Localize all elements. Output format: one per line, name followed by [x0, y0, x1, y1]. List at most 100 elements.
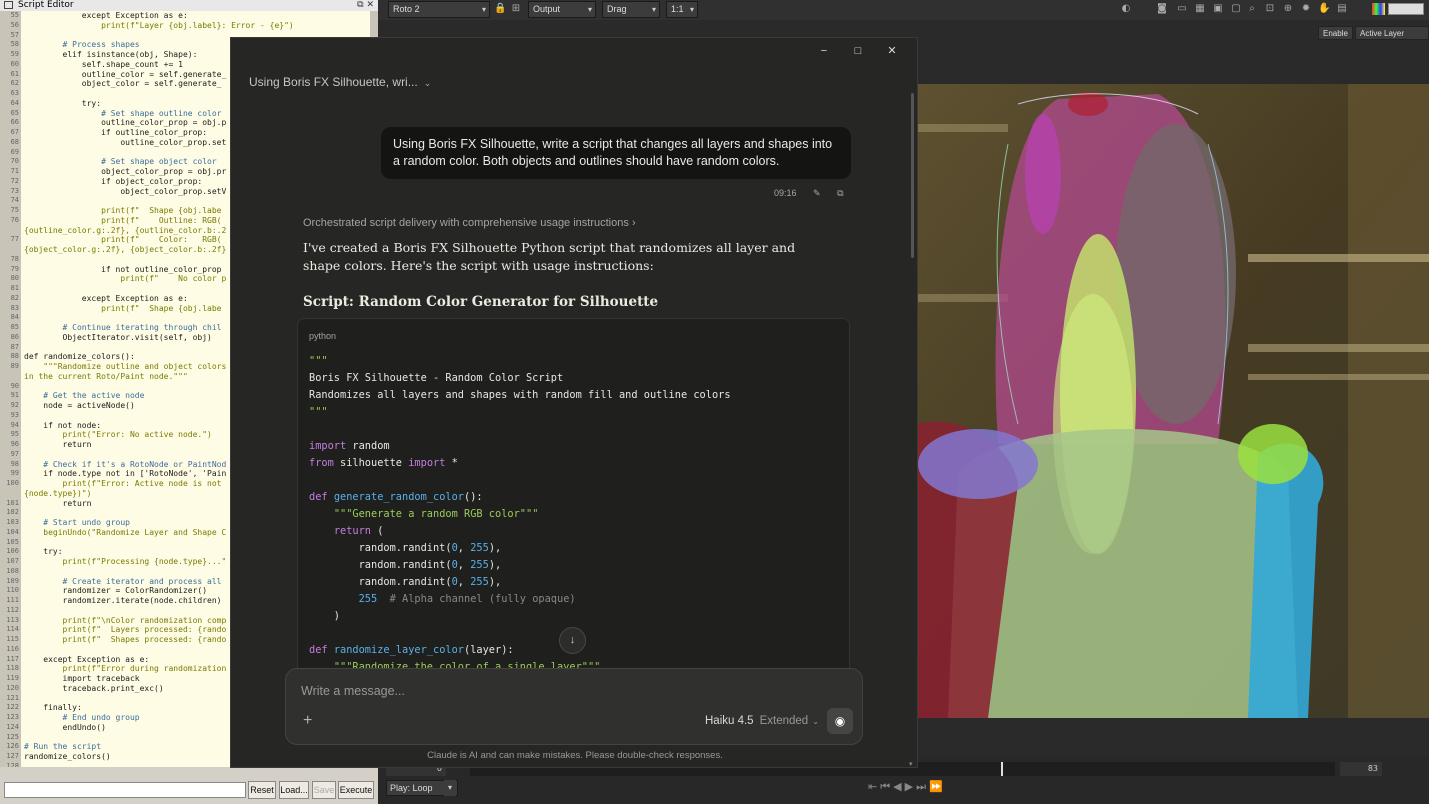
line-text: self.shape_count += 1	[24, 59, 183, 69]
line-text: print(f" Color: RGB(	[24, 235, 222, 245]
add-icon[interactable]: ⊞	[510, 3, 522, 15]
scroll-to-bottom-button[interactable]: ↓	[559, 627, 586, 654]
line-text: object_color_prop = obj.pr	[24, 167, 227, 176]
line-number: 57	[10, 30, 19, 39]
enable-button[interactable]: Enable	[1318, 26, 1353, 40]
line-number: 89	[10, 362, 19, 370]
code-token: (	[371, 525, 384, 537]
code-token: 255	[470, 576, 489, 588]
zoom-select[interactable]: 1:1 ▾	[666, 1, 698, 18]
hand-icon[interactable]: ✋	[1318, 3, 1330, 15]
roto-preview	[918, 84, 1429, 718]
line-text: print(f" Outline: RGB(	[24, 215, 222, 225]
code-token: Boris FX Silhouette - Random Color Scrip…	[309, 372, 564, 384]
code-token: ,	[457, 542, 471, 554]
line-text: object_color = self.generate_	[24, 79, 222, 89]
line-number: 60	[10, 59, 19, 68]
region-icon[interactable]: ⊡	[1264, 3, 1276, 15]
background-color-swatch[interactable]	[1388, 3, 1424, 15]
chevron-down-icon: ⌄	[812, 717, 819, 726]
close-icon[interactable]: ✕	[875, 44, 909, 57]
code-block-line: random.randint(0, 255),	[309, 574, 731, 591]
drag-select[interactable]: Drag ▾	[602, 1, 660, 18]
reply-heading: Script: Random Color Generator for Silho…	[303, 294, 659, 310]
conversation-title-menu[interactable]: Using Boris FX Silhouette, wri... ⌄	[249, 75, 431, 89]
line-text: # Process shapes	[24, 40, 140, 50]
float-restore-icon[interactable]: ⧉ ✕	[357, 0, 374, 11]
chevron-down-icon[interactable]: ▾	[444, 780, 456, 796]
claude-window: − □ ✕ Using Boris FX Silhouette, wri... ⌄ ▾…	[230, 37, 918, 768]
active-layer-button[interactable]: Active Layer	[1355, 26, 1429, 40]
add-attachment-icon[interactable]: +	[303, 712, 312, 730]
lock-icon[interactable]: 🔒	[494, 3, 506, 15]
model-selector[interactable]: Haiku 4.5 Extended ⌄	[705, 715, 819, 727]
line-number: 125	[6, 732, 19, 741]
line-number: 94	[10, 420, 19, 429]
play-back-icon[interactable]: ◀	[893, 780, 904, 793]
node-select[interactable]: Roto 2 ▾	[388, 1, 490, 18]
line-number: 104	[6, 527, 19, 536]
chevron-down-icon: ▾	[689, 5, 694, 14]
line-text: endUndo()	[24, 722, 106, 732]
line-text: # End undo group	[24, 713, 140, 722]
code-token: def	[309, 491, 328, 503]
playhead[interactable]	[1001, 762, 1003, 776]
color-swatch-icon[interactable]	[1372, 3, 1385, 15]
load-button[interactable]: Load...	[279, 781, 309, 799]
safe-area-icon[interactable]: ▢	[1230, 3, 1242, 15]
camera-icon[interactable]: ◙	[1156, 3, 1168, 15]
line-text: randomize_colors()	[24, 752, 111, 761]
execute-button[interactable]: Execute	[338, 781, 374, 799]
play-icon[interactable]: ▶	[905, 780, 916, 793]
step-forward-icon[interactable]: ⏭	[916, 780, 929, 793]
chat-scrollbar[interactable]	[911, 93, 914, 258]
line-text: except Exception as e:	[24, 293, 188, 303]
code-block-line: import random	[309, 438, 731, 455]
code-line: 56 print(f"Layer {obj.label}: Error - {e…	[0, 21, 378, 31]
output-select[interactable]: Output ▾	[528, 1, 596, 18]
settings-icon[interactable]: ✹	[1300, 3, 1312, 15]
fit-icon[interactable]: ⊕	[1282, 3, 1294, 15]
line-text: if not node:	[24, 420, 102, 430]
search-icon[interactable]: ⌕	[1246, 3, 1258, 15]
code-token: 255	[470, 542, 489, 554]
current-frame-field[interactable]: 83	[1340, 762, 1382, 776]
code-block-line: """	[309, 404, 731, 421]
line-text: try:	[24, 98, 102, 108]
line-number: 122	[6, 703, 19, 712]
toggle-icon[interactable]: ◐	[1120, 3, 1132, 15]
line-number: 74	[10, 196, 19, 205]
copy-icon[interactable]: ⧉	[837, 188, 843, 198]
overlay-icon[interactable]: ▣	[1212, 3, 1224, 15]
play-mode-value: Play: Loop	[390, 783, 433, 793]
voice-mode-button[interactable]: ◉	[827, 708, 853, 734]
step-back-icon[interactable]: ⏮	[880, 780, 893, 793]
save-button[interactable]: Save	[312, 781, 336, 799]
line-text: print(f"Layer {obj.label}: Error - {e}")	[24, 20, 294, 30]
line-number: 87	[10, 342, 19, 351]
line-number: 110	[6, 586, 19, 595]
go-end-icon[interactable]: ⏩	[929, 780, 946, 793]
maximize-icon[interactable]: □	[841, 45, 875, 57]
scroll-arrow-icon[interactable]: ▾	[909, 760, 913, 767]
line-number: 68	[10, 137, 19, 146]
line-number: 113	[6, 615, 19, 624]
code-block-line: """	[309, 353, 731, 370]
mask-icon[interactable]: ▤	[1336, 3, 1348, 15]
message-input[interactable]	[301, 682, 821, 700]
minimize-icon[interactable]: −	[807, 45, 841, 57]
command-input[interactable]	[4, 782, 246, 798]
grid-icon[interactable]: ▦	[1194, 3, 1206, 15]
line-text: return	[24, 498, 92, 508]
reset-button[interactable]: Reset	[248, 781, 276, 799]
code-block-line: )	[309, 608, 731, 625]
edit-icon[interactable]: ✎	[813, 188, 821, 198]
line-number: 127	[6, 752, 19, 760]
monitor-icon[interactable]: ▭	[1176, 3, 1188, 15]
viewer-image[interactable]	[918, 84, 1429, 718]
go-start-icon[interactable]: ⇤	[868, 780, 880, 793]
line-text: ObjectIterator.visit(self, obj)	[24, 332, 212, 342]
thinking-summary-toggle[interactable]: Orchestrated script delivery with compre…	[303, 217, 636, 229]
color-channel-icon[interactable]	[1354, 3, 1366, 15]
